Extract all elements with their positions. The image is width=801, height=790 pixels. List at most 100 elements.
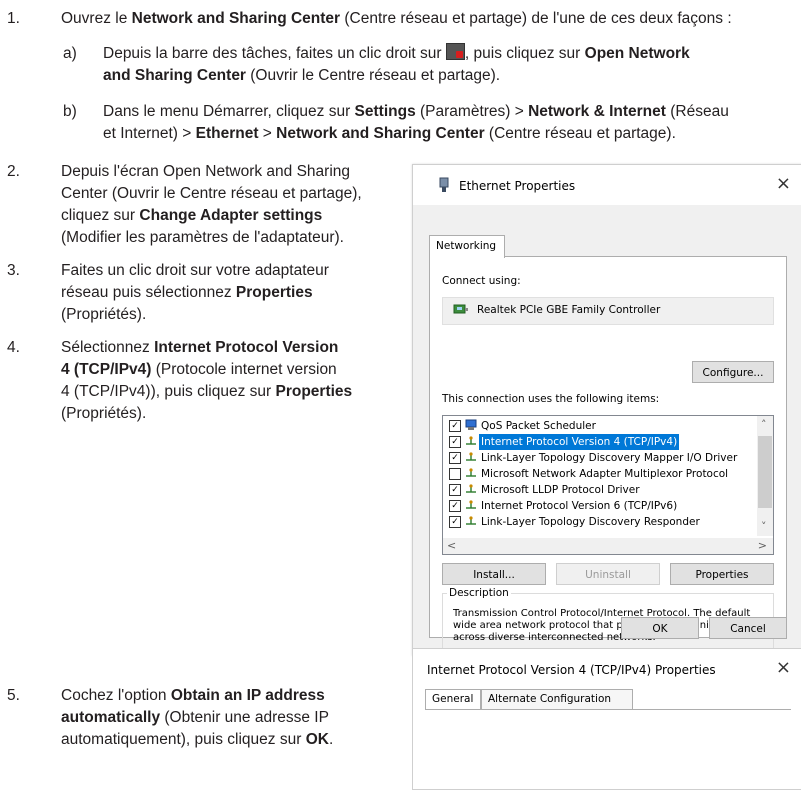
text: (Protocole internet version (151, 361, 337, 378)
network-tray-icon (445, 43, 465, 60)
text: (Centre réseau et partage). (484, 125, 676, 142)
qos-icon (465, 419, 477, 431)
configure-button[interactable]: Configure... (692, 361, 774, 383)
text: , puis cliquez sur (464, 45, 585, 62)
step-text: Faites un clic droit sur votre adaptateu… (61, 260, 329, 326)
item-label: Link-Layer Topology Discovery Responder (481, 516, 700, 528)
items-list[interactable]: ✓ QoS Packet Scheduler ✓ Internet Protocol … (442, 415, 774, 555)
cancel-button[interactable]: Cancel (709, 617, 787, 639)
item-checkbox[interactable]: ✓ (449, 500, 461, 512)
item-label: Internet Protocol Version 6 (TCP/IPv6) (481, 500, 678, 512)
bold-text: OK (305, 731, 329, 748)
bold-text: Network & Internet (528, 103, 666, 120)
network-protocol-icon (465, 483, 477, 495)
item-checkbox[interactable]: ✓ (449, 452, 461, 464)
text: (Paramètres) > (415, 103, 529, 120)
sub-label: b) (63, 103, 77, 120)
item-label: Microsoft Network Adapter Multiplexor Pr… (481, 468, 729, 480)
step-text: Cochez l'option Obtain an IP address aut… (61, 685, 333, 751)
sub-text: Dans le menu Démarrer, cliquez sur Setti… (103, 101, 729, 145)
sub-text: Depuis la barre des tâches, faites un cl… (103, 43, 690, 87)
item-label: Internet Protocol Version 4 (TCP/IPv4) (479, 434, 680, 450)
text: et Internet) > (103, 125, 196, 142)
text: (Modifier les paramètres de l'adaptateur… (61, 229, 344, 246)
text: réseau puis sélectionnez (61, 284, 236, 301)
scroll-right-icon[interactable]: > (758, 539, 767, 552)
bold-text: Change Adapter settings (139, 207, 323, 224)
ethernet-properties-dialog: Ethernet Properties × Networking Connect… (412, 164, 801, 695)
item-checkbox[interactable]: ✓ (449, 436, 461, 448)
adapter-field: Realtek PCIe GBE Family Controller (442, 297, 774, 325)
bold-text: Settings (354, 103, 416, 120)
text: . (328, 731, 334, 748)
text: 4 (TCP/IPv4)), puis cliquez sur (61, 383, 276, 400)
tab-label: Networking (436, 240, 497, 252)
horizontal-scrollbar[interactable]: < > (443, 538, 773, 554)
bold-text: Network and Sharing Center (276, 125, 485, 142)
step-number: 4. (7, 339, 20, 356)
vertical-scrollbar[interactable]: ˄ ˅ (757, 416, 773, 536)
text: Cochez l'option (61, 687, 171, 704)
text: (Obtenir une adresse IP (160, 709, 329, 726)
sub-label: a) (63, 45, 77, 62)
scroll-down-icon[interactable]: ˅ (761, 520, 767, 533)
bold-text: Internet Protocol Version (154, 339, 339, 356)
text: (Centre réseau et partage) de l'une de c… (340, 10, 732, 27)
bold-text: Ethernet (195, 125, 259, 142)
general-panel (425, 709, 791, 790)
step-number: 5. (7, 687, 20, 704)
step-text: Sélectionnez Internet Protocol Version 4… (61, 337, 352, 425)
network-protocol-icon (465, 467, 477, 479)
ok-button[interactable]: OK (621, 617, 699, 639)
text: Dans le menu Démarrer, cliquez sur (103, 103, 355, 120)
tab-networking[interactable]: Networking (429, 235, 505, 258)
text: Faites un clic droit sur votre adaptateu… (61, 262, 329, 279)
close-button[interactable]: × (776, 173, 791, 194)
bold-text: Network and Sharing Center (131, 10, 341, 27)
text: (Réseau (665, 103, 729, 120)
bold-text: automatically (61, 709, 161, 726)
ipv4-properties-dialog: Internet Protocol Version 4 (TCP/IPv4) P… (412, 648, 801, 790)
text: Sélectionnez (61, 339, 155, 356)
scroll-up-icon[interactable]: ˄ (761, 418, 767, 431)
network-protocol-icon (465, 515, 477, 527)
dialog-title: Ethernet Properties (459, 179, 576, 193)
text: Depuis la barre des tâches, faites un cl… (103, 45, 446, 62)
bold-text: and Sharing Center (103, 67, 246, 84)
close-button[interactable]: × (776, 657, 791, 678)
network-protocol-icon (465, 435, 477, 447)
step-number: 3. (7, 262, 20, 279)
item-checkbox[interactable] (449, 468, 461, 480)
item-label: Link-Layer Topology Discovery Mapper I/O… (481, 452, 738, 464)
bold-text: Obtain an IP address (170, 687, 325, 704)
install-button[interactable]: Install... (442, 563, 546, 585)
text: cliquez sur (61, 207, 140, 224)
item-label: Microsoft LLDP Protocol Driver (481, 484, 640, 496)
adapter-name: Realtek PCIe GBE Family Controller (477, 304, 661, 316)
text: automatiquement), puis cliquez sur (61, 731, 306, 748)
step-number: 2. (7, 163, 20, 180)
ethernet-adapter-icon (437, 177, 451, 196)
tab-label: General (432, 693, 474, 705)
network-card-icon (453, 303, 469, 320)
scroll-left-icon[interactable]: < (447, 539, 456, 552)
tab-label: Alternate Configuration (488, 693, 612, 705)
step-number: 1. (7, 10, 20, 27)
networking-panel: Connect using: Realtek PCIe GBE Family C… (429, 256, 787, 695)
item-label: QoS Packet Scheduler (481, 420, 596, 432)
uninstall-button[interactable]: Uninstall (556, 563, 660, 585)
properties-button[interactable]: Properties (670, 563, 774, 585)
item-checkbox[interactable]: ✓ (449, 516, 461, 528)
title-bar: Ethernet Properties × (413, 165, 801, 205)
step-text: Depuis l'écran Open Network and Sharing … (61, 161, 362, 249)
item-checkbox[interactable]: ✓ (449, 484, 461, 496)
text: (Propriétés). (61, 306, 147, 323)
bold-text: Properties (275, 383, 353, 400)
bold-text: Properties (235, 284, 313, 301)
scroll-thumb[interactable] (758, 436, 772, 508)
connect-using-label: Connect using: (442, 275, 521, 287)
description-label: Description (447, 587, 511, 599)
tab-alternate-configuration[interactable]: Alternate Configuration (481, 689, 633, 710)
tab-general[interactable]: General (425, 689, 481, 710)
item-checkbox[interactable]: ✓ (449, 420, 461, 432)
